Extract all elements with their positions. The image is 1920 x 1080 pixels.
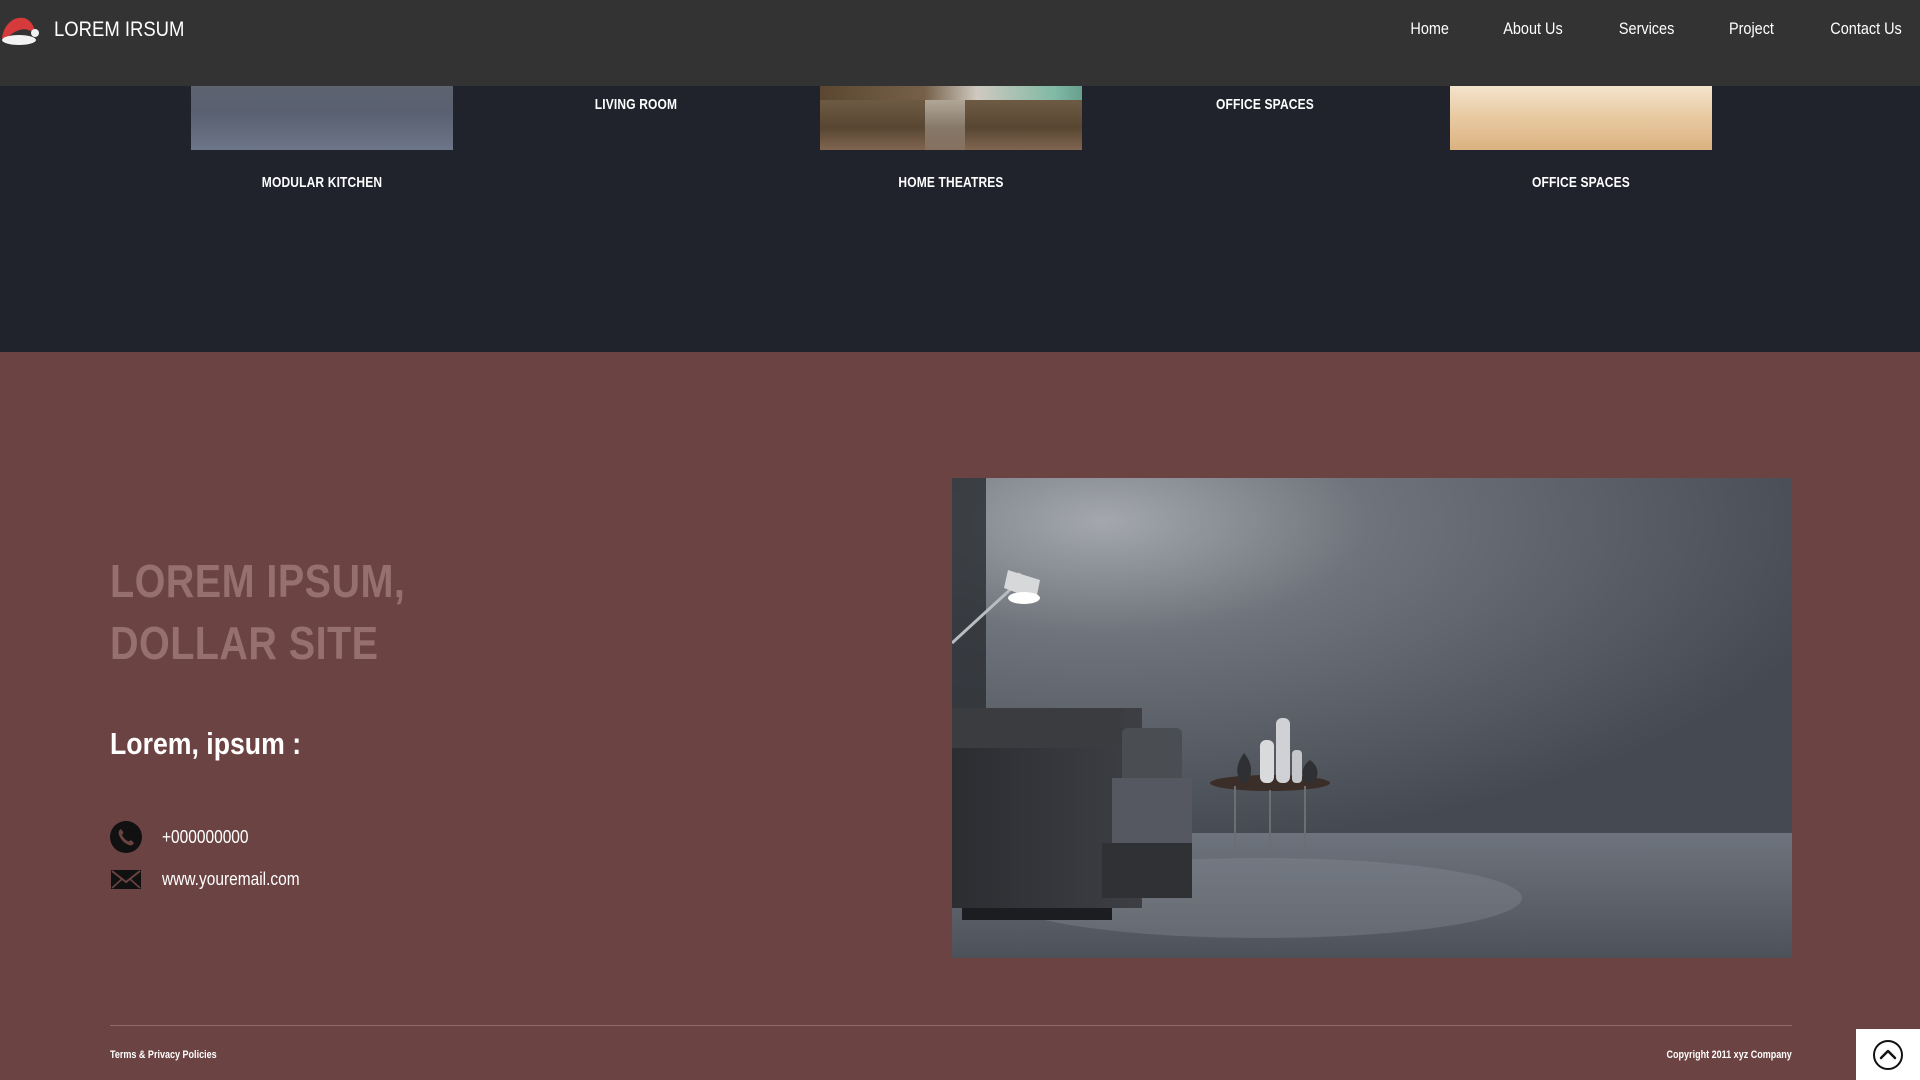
nav-about-us[interactable]: About Us xyxy=(1503,19,1562,39)
office-spaces-label-top[interactable]: OFFICE SPACES xyxy=(1160,96,1370,113)
phone-row[interactable]: +000000000 xyxy=(110,821,263,853)
modular-kitchen-image[interactable] xyxy=(191,86,453,150)
nav-menu: Home About Us Services Project Contact U… xyxy=(1361,19,1909,39)
email-address: www.youremail.com xyxy=(162,868,300,889)
footer-divider xyxy=(110,1025,1792,1026)
chevron-up-circle-icon xyxy=(1873,1039,1903,1070)
email-row[interactable]: www.youremail.com xyxy=(110,864,322,894)
phone-icon xyxy=(110,821,142,853)
nav-project[interactable]: Project xyxy=(1729,19,1774,39)
contact-headline: LOREM IPSUM, DOLLAR SITE xyxy=(110,555,406,669)
scroll-to-top-button[interactable] xyxy=(1856,1029,1920,1080)
nav-contact-us[interactable]: Contact Us xyxy=(1830,19,1901,39)
home-theatres-label[interactable]: HOME THEATRES xyxy=(846,174,1056,191)
copyright-text: Copyright 2011 xyz Company xyxy=(1666,1049,1792,1061)
navbar: LOREM IRSUM Home About Us Services Proje… xyxy=(0,0,1920,86)
envelope-icon xyxy=(111,870,141,889)
nav-home[interactable]: Home xyxy=(1410,19,1449,39)
modular-kitchen-label[interactable]: MODULAR KITCHEN xyxy=(217,174,427,191)
living-room-label[interactable]: LIVING ROOM xyxy=(531,96,741,113)
contact-subheading: Lorem, ipsum : xyxy=(110,726,302,761)
santa-hat-icon xyxy=(2,17,39,45)
terms-privacy-link[interactable]: Terms & Privacy Policies xyxy=(110,1049,217,1061)
home-theatres-image[interactable] xyxy=(820,86,1082,150)
services-section: LIVING ROOM OFFICE SPACES MODULAR KITCHE… xyxy=(0,86,1920,352)
office-spaces-label[interactable]: OFFICE SPACES xyxy=(1476,174,1686,191)
brand-name: LOREM IRSUM xyxy=(54,18,185,41)
brand[interactable]: LOREM IRSUM xyxy=(0,12,202,48)
interior-room-image xyxy=(952,478,1792,958)
office-spaces-image[interactable] xyxy=(1450,86,1712,150)
nav-services[interactable]: Services xyxy=(1619,19,1674,39)
phone-number: +000000000 xyxy=(162,826,249,847)
